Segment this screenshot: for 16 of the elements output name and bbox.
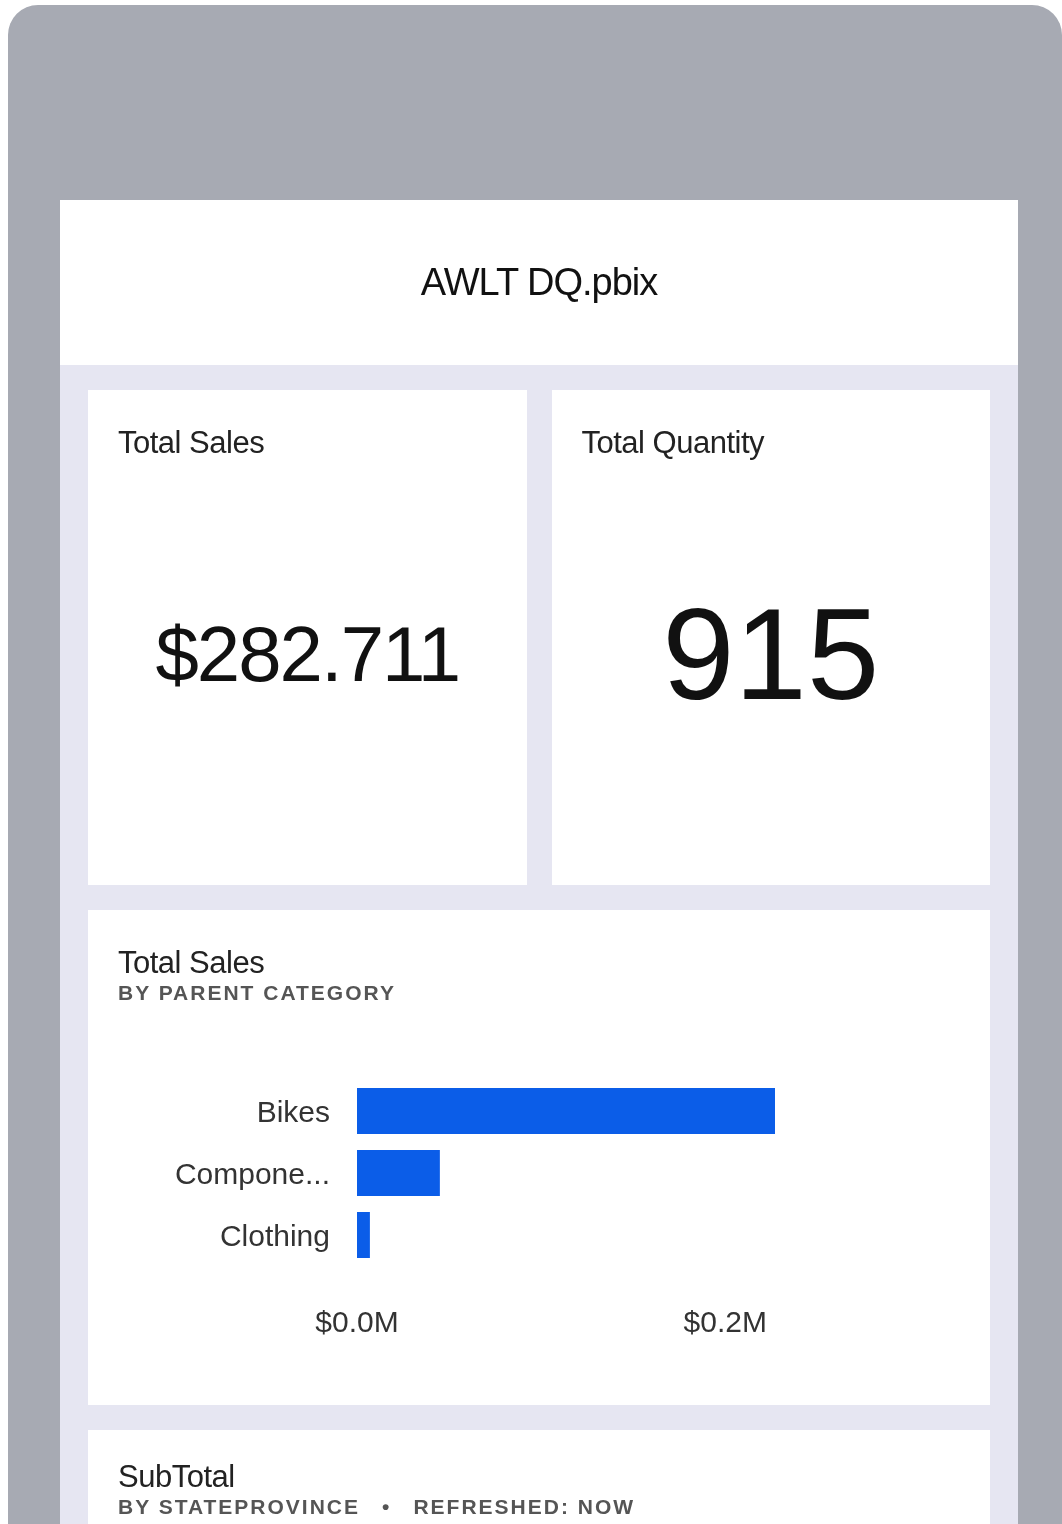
tile-title: Total Sales <box>118 946 266 981</box>
metric-value: $282.711 <box>155 609 459 701</box>
axis-tick-label: $0.0M <box>315 1305 399 1339</box>
tile-subtitle: BY STATEPROVINCE <box>118 1494 361 1520</box>
category-label: Clothing <box>219 1219 330 1253</box>
category-label: Compone... <box>174 1157 330 1191</box>
tile-title: Total Quantity <box>581 426 766 461</box>
axis-tick-label: $0.2M <box>683 1305 767 1339</box>
tile-title: SubTotal <box>118 1460 236 1495</box>
category-label: Bikes <box>256 1095 330 1129</box>
separator-dot: • <box>382 1494 392 1520</box>
report-title: AWLT DQ.pbix <box>420 260 658 305</box>
tile-title: Total Sales <box>118 426 266 461</box>
metric-value: 915 <box>662 580 880 730</box>
tile-subtitle: BY PARENT CATEGORY <box>118 980 397 1006</box>
refresh-status: REFRESHED: NOW <box>413 1494 636 1520</box>
